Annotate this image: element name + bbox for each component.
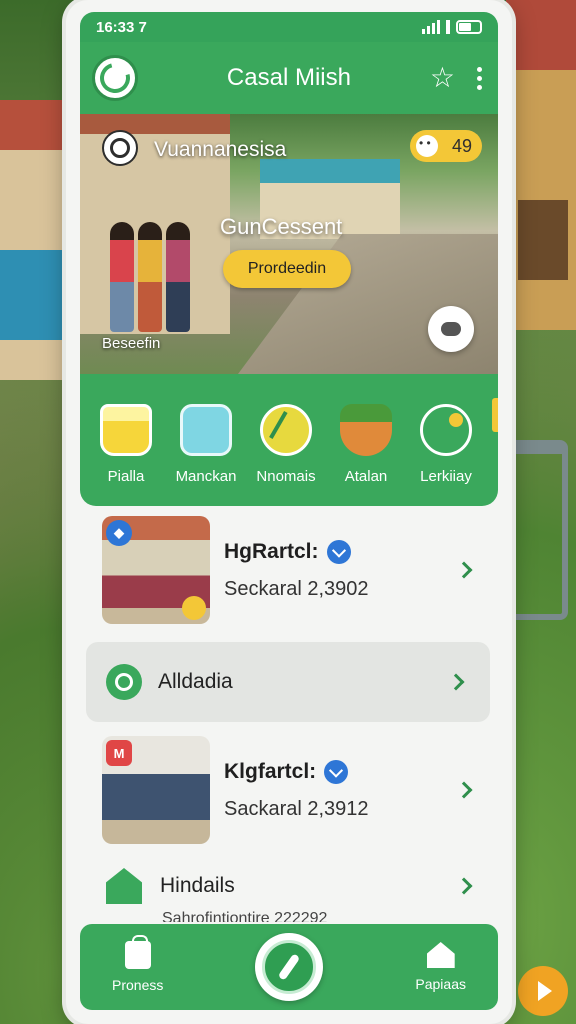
card-text: Klgfartcl: Sackaral 2,3912 [224,759,458,821]
app-title: Casal Miish [226,64,351,91]
battery-icon [456,20,482,34]
hero-caption: Beseefin [102,335,161,352]
row-label: Alldadia [158,670,233,693]
card-title-row: Klgfartcl: [224,759,458,784]
compass-icon [262,940,317,994]
verified-icon [326,539,351,564]
mail-badge-icon: M [106,740,132,766]
gear-icon [106,664,142,700]
chip-value: 49 [451,135,472,156]
card-title: Klgfartcl: [224,759,317,783]
list-item[interactable]: ◆ HgRartcl: Seckaral 2,3902 [80,516,498,624]
leaf-icon [260,404,312,456]
bottom-nav: Proness Papiaas [80,924,498,1010]
background-house-right [506,0,576,330]
card-subtitle: Seckaral 2,3902 [224,577,369,600]
shopping-bag-icon [124,935,151,969]
chevron-right-icon[interactable] [447,673,465,691]
more-menu-icon[interactable] [473,63,486,94]
app-bar: Casal Miish ☆ [80,42,498,114]
play-fab-button[interactable] [518,966,568,1016]
corner-badge-icon [182,596,206,620]
hero-person [110,222,134,332]
house-icon [426,942,455,968]
card-title: HgRartcl: [224,539,319,563]
chevron-right-icon[interactable] [455,561,473,579]
bowl-icon [340,404,392,456]
category-label: Atalan [344,468,388,485]
list-item-alldadia[interactable]: Alldadia [86,642,490,722]
calculator-icon [180,404,232,456]
category-strip: Pialla Manckan Nnomais Atalan Lerkiiay [80,374,498,506]
status-icons [422,20,482,34]
app-logo-icon[interactable] [92,55,138,101]
category-item[interactable]: Lerkiiay [406,404,486,485]
search-icon [420,404,472,456]
category-label: Pialla [107,468,145,485]
category-item[interactable]: Nnomais [246,404,326,485]
nav-center-button[interactable] [255,933,324,1001]
card-title-row: HgRartcl: [224,539,458,564]
card-thumbnail: ◆ [102,516,210,624]
list-item[interactable]: M Klgfartcl: Sackaral 2,3912 [80,736,498,844]
category-label: Nnomais [256,468,316,485]
location-pin-icon[interactable] [102,130,138,166]
category-label: Manckan [175,468,237,485]
category-item[interactable]: Manckan [166,404,246,485]
chevron-right-icon[interactable] [455,781,473,799]
category-item[interactable]: Atalan [326,404,406,485]
signal-icon [422,20,440,34]
nav-item-proness[interactable]: Proness [112,935,164,993]
hero-count-chip[interactable]: 49 [410,130,482,162]
list-item-hindails[interactable]: Hindails [80,866,498,906]
nav-label: Proness [112,977,164,993]
background-house-left [0,100,70,380]
star-icon[interactable]: ☆ [430,64,455,92]
background-stool [508,440,568,620]
hero-person [138,222,162,332]
card-text: HgRartcl: Seckaral 2,3902 [224,539,458,601]
status-bar: 16:33 7 [80,12,498,42]
hero-proceed-button[interactable]: Prordeedin [223,250,351,288]
category-label: Lerkiiay [420,468,472,485]
status-time: 16:33 7 [96,18,147,36]
hero-banner[interactable]: Vuannanesisa 49 GunCessent Prordeedin Be… [80,114,498,374]
hero-person [166,222,190,332]
data-icon [446,20,450,34]
pin-badge-icon: ◆ [106,520,132,546]
row-label: Hindails [160,874,235,897]
hero-headline: GunCessent [220,214,343,239]
chip-dots-icon [416,135,438,157]
basket-icon [100,404,152,456]
phone-frame: 16:33 7 Casal Miish ☆ Vuannanesisa 49 Gu… [66,0,512,1024]
hero-location-label: Vuannanesisa [154,138,287,161]
nav-label: Papiaas [415,976,466,992]
row-subtext: Sahrofintiontire 222292 [162,910,328,922]
category-scroll-edge [492,398,498,432]
chevron-right-icon[interactable] [455,877,473,895]
building-icon [106,868,142,904]
chat-bubble-icon[interactable] [428,306,474,352]
nav-item-papiaas[interactable]: Papiaas [415,942,466,992]
verified-icon [324,759,349,784]
card-subtitle: Sackaral 2,3912 [224,797,369,820]
category-item[interactable]: Pialla [86,404,166,485]
content-list: ◆ HgRartcl: Seckaral 2,3902 Alldadia M K… [80,506,498,924]
card-thumbnail: M [102,736,210,844]
